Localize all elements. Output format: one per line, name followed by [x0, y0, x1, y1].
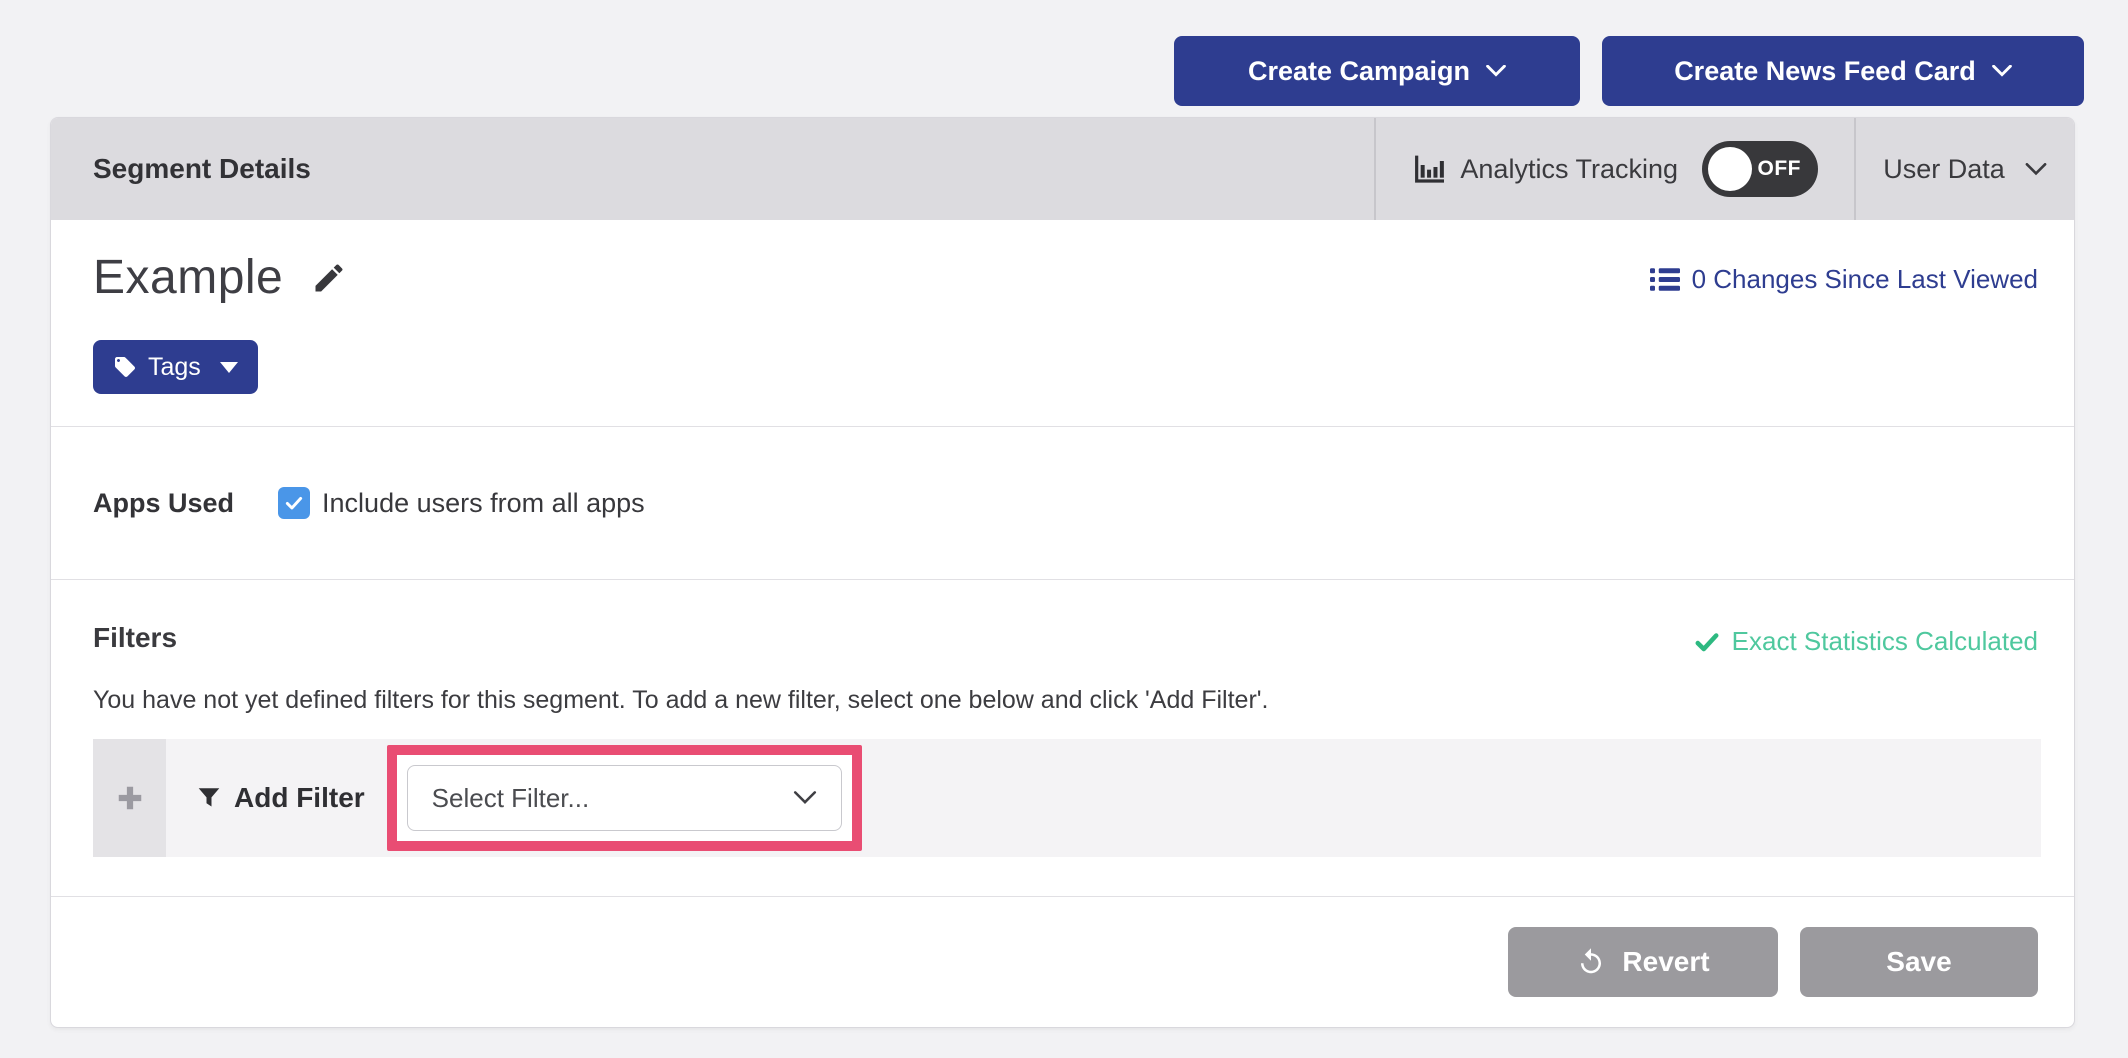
filters-section: Filters Exact Statistics Calculated You …: [51, 579, 2074, 896]
filters-heading: Filters: [93, 622, 177, 654]
select-filter-placeholder: Select Filter...: [432, 783, 590, 814]
chevron-down-icon: [1992, 65, 2012, 77]
tags-button-label: Tags: [148, 353, 201, 382]
add-filter-label: Add Filter: [234, 782, 365, 814]
tag-icon: [113, 355, 137, 379]
exact-statistics-status: Exact Statistics Calculated: [1694, 626, 2038, 657]
changes-link-label: 0 Changes Since Last Viewed: [1692, 264, 2038, 295]
tags-button[interactable]: Tags: [93, 340, 258, 394]
analytics-tracking-section: Analytics Tracking OFF: [1374, 118, 1854, 220]
add-filter-label-group: Add Filter: [196, 782, 365, 814]
page-title: Segment Details: [51, 118, 1374, 220]
save-button[interactable]: Save: [1800, 927, 2038, 997]
check-icon: [284, 493, 304, 513]
pencil-icon[interactable]: [311, 260, 347, 296]
segment-details-page: Create Campaign Create News Feed Card Se…: [0, 0, 2128, 1058]
funnel-icon: [196, 785, 222, 811]
toggle-state-label: OFF: [1758, 157, 1802, 181]
include-all-apps-label: Include users from all apps: [322, 488, 645, 519]
analytics-tracking-label: Analytics Tracking: [1460, 154, 1678, 185]
user-data-label: User Data: [1883, 154, 2005, 185]
chevron-down-icon: [2025, 163, 2047, 176]
segment-name: Example: [93, 250, 283, 305]
card-footer: Revert Save: [51, 896, 2074, 1027]
top-action-bar: Create Campaign Create News Feed Card: [1174, 36, 2084, 106]
apps-used-section: Apps Used Include users from all apps: [51, 426, 2074, 579]
create-campaign-button[interactable]: Create Campaign: [1174, 36, 1580, 106]
revert-button[interactable]: Revert: [1508, 927, 1778, 997]
caret-down-icon: [220, 362, 238, 373]
undo-icon: [1576, 947, 1606, 977]
create-campaign-label: Create Campaign: [1248, 56, 1470, 87]
chevron-down-icon: [793, 791, 817, 805]
exact-statistics-label: Exact Statistics Calculated: [1732, 626, 2038, 657]
plus-icon: [115, 783, 145, 813]
revert-button-label: Revert: [1622, 946, 1709, 978]
segment-details-card: Segment Details Analytics Tracking OFF U…: [50, 117, 2075, 1028]
bar-chart-icon: [1412, 153, 1444, 185]
user-data-dropdown[interactable]: User Data: [1854, 118, 2074, 220]
segment-title-section: Example 0 Changes Since Last Viewed Tag: [51, 220, 2074, 426]
card-header: Segment Details Analytics Tracking OFF U…: [51, 118, 2074, 220]
analytics-tracking-toggle[interactable]: OFF: [1702, 141, 1818, 197]
toggle-knob: [1708, 147, 1752, 191]
chevron-down-icon: [1486, 65, 1506, 77]
select-filter-highlight-annotation: Select Filter...: [387, 745, 862, 851]
select-filter-dropdown[interactable]: Select Filter...: [407, 765, 842, 831]
include-all-apps-checkbox[interactable]: [278, 487, 310, 519]
filters-empty-message: You have not yet defined filters for thi…: [93, 686, 1269, 715]
save-button-label: Save: [1886, 946, 1951, 978]
list-icon: [1650, 267, 1680, 292]
create-news-feed-card-button[interactable]: Create News Feed Card: [1602, 36, 2084, 106]
add-filter-row: Add Filter Select Filter...: [93, 739, 2041, 857]
check-icon: [1694, 629, 1720, 655]
create-news-feed-card-label: Create News Feed Card: [1674, 56, 1976, 87]
add-filter-group-button[interactable]: [93, 739, 166, 857]
changes-since-last-viewed-link[interactable]: 0 Changes Since Last Viewed: [1650, 264, 2038, 295]
apps-used-label: Apps Used: [93, 488, 234, 519]
